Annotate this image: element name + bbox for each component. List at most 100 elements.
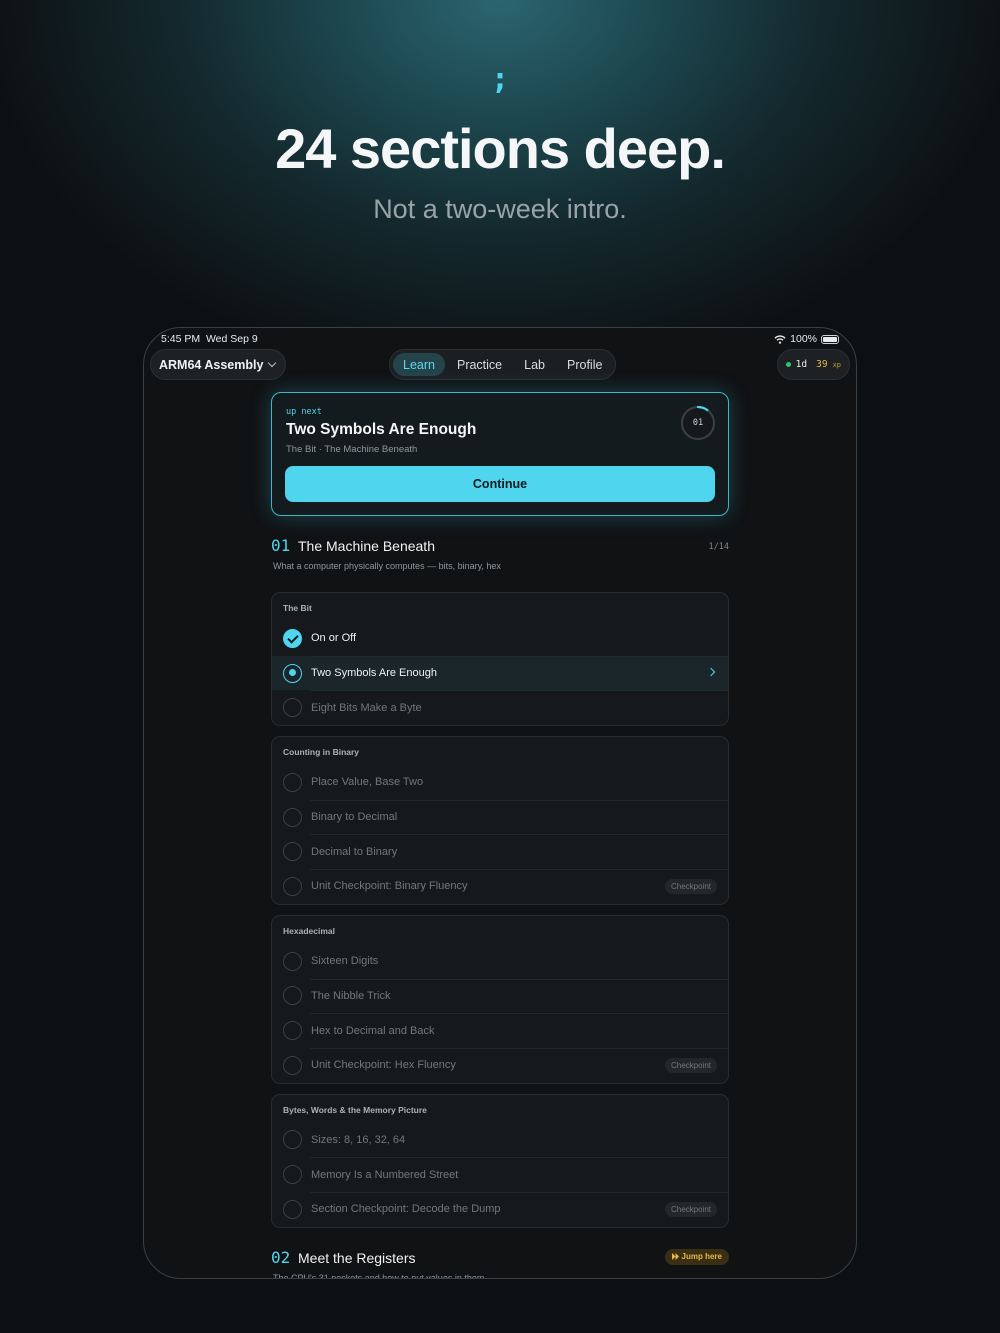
lesson-title: Binary to Decimal bbox=[311, 811, 398, 824]
lesson-row[interactable]: Sizes: 8, 16, 32, 64 bbox=[272, 1123, 728, 1158]
status-time: 5:45 PM Wed Sep 9 bbox=[161, 333, 258, 345]
jump-here-label: Jump here bbox=[681, 1252, 722, 1262]
lesson-row[interactable]: Place Value, Base Two bbox=[272, 765, 728, 800]
lesson-title: Decimal to Binary bbox=[311, 845, 398, 858]
unit-title: Counting in Binary bbox=[283, 747, 360, 758]
course-selector[interactable]: ARM64 Assembly bbox=[150, 349, 287, 380]
empty-circle-icon bbox=[283, 698, 302, 718]
lesson-row[interactable]: Binary to Decimal bbox=[272, 799, 728, 835]
up-next-card[interactable]: up next Two Symbols Are Enough The Bit ·… bbox=[271, 392, 729, 516]
progress-number: 01 bbox=[692, 418, 704, 428]
hero-title: 24 sections deep. bbox=[275, 117, 726, 180]
wifi-icon bbox=[774, 334, 786, 344]
lesson-title: The Nibble Trick bbox=[311, 989, 391, 1002]
empty-circle-icon bbox=[283, 772, 302, 792]
chevron-right-icon bbox=[706, 667, 716, 676]
lesson-title: Unit Checkpoint: Hex Fluency bbox=[311, 1059, 456, 1072]
battery-percent: 100% bbox=[790, 333, 817, 345]
empty-circle-icon bbox=[283, 1199, 302, 1219]
streak-xp-badge[interactable]: 1d 39 xp bbox=[776, 349, 850, 380]
unit-title: The Bit bbox=[283, 603, 312, 613]
semicolon-mark: ; bbox=[490, 62, 510, 97]
empty-circle-icon bbox=[283, 876, 302, 896]
empty-circle-icon bbox=[283, 1130, 302, 1150]
empty-circle-icon bbox=[283, 1055, 302, 1075]
lesson-title: Sizes: 8, 16, 32, 64 bbox=[311, 1133, 406, 1146]
date: Wed Sep 9 bbox=[205, 333, 258, 345]
tab-profile[interactable]: Profile bbox=[557, 353, 612, 376]
section-number: 01 bbox=[271, 536, 291, 555]
lesson-title: Hex to Decimal and Back bbox=[311, 1024, 435, 1037]
tab-learn[interactable]: Learn bbox=[393, 353, 445, 376]
section-header[interactable]: 02 Meet the Registers The CPU's 31 pockets… bbox=[271, 1247, 729, 1279]
current-dot-icon bbox=[283, 663, 302, 683]
up-next-subtitle: The Bit · The Machine Beneath bbox=[286, 444, 418, 455]
streak-days: 1d bbox=[795, 359, 808, 370]
unit-title: Bytes, Words & the Memory Picture bbox=[283, 1104, 427, 1115]
empty-circle-icon bbox=[283, 986, 302, 1006]
lesson-row[interactable]: Sixteen Digits bbox=[272, 944, 728, 979]
checkpoint-badge: Checkpoint bbox=[664, 879, 717, 895]
unit-title: Hexadecimal bbox=[283, 925, 335, 936]
chevron-down-icon bbox=[268, 358, 277, 367]
unit-card: Counting in Binary Place Value, Base Two B… bbox=[271, 736, 729, 905]
lesson-row[interactable]: The Nibble Trick bbox=[272, 978, 728, 1014]
unit-card: Hexadecimal Sixteen Digits The Nibble Tric… bbox=[271, 914, 729, 1084]
lesson-title: Sixteen Digits bbox=[311, 955, 379, 968]
hero-subtitle: Not a two-week intro. bbox=[373, 194, 627, 224]
tab-practice[interactable]: Practice bbox=[447, 353, 512, 376]
progress-ring: 01 bbox=[680, 405, 716, 441]
empty-circle-icon bbox=[283, 951, 302, 971]
skip-icon bbox=[671, 1253, 679, 1261]
xp-label: xp bbox=[832, 360, 841, 369]
lesson-row[interactable]: Unit Checkpoint: Hex Fluency Checkpoint bbox=[272, 1047, 728, 1083]
unit-card: The Bit On or Off Two Symbols Are Enough Ei… bbox=[271, 592, 729, 727]
lesson-title: On or Off bbox=[311, 632, 357, 645]
lesson-row[interactable]: On or Off bbox=[272, 621, 728, 656]
lesson-row[interactable]: Memory Is a Numbered Street bbox=[272, 1157, 728, 1192]
lesson-row[interactable]: Eight Bits Make a Byte bbox=[272, 690, 728, 725]
tab-lab[interactable]: Lab bbox=[514, 353, 555, 376]
section-description: The CPU's 31 pockets and how to put valu… bbox=[273, 1272, 485, 1279]
empty-circle-icon bbox=[283, 1165, 302, 1185]
battery-icon bbox=[821, 334, 839, 344]
checkpoint-badge: Checkpoint bbox=[664, 1201, 717, 1217]
course-name: ARM64 Assembly bbox=[159, 357, 264, 372]
lesson-row[interactable]: Section Checkpoint: Decode the Dump Check… bbox=[272, 1191, 728, 1227]
sections-list: 01 The Machine Beneath What a computer phy… bbox=[271, 536, 729, 1279]
lesson-row[interactable]: Unit Checkpoint: Binary Fluency Checkpoin… bbox=[272, 869, 728, 904]
xp-value: 39 bbox=[816, 359, 828, 370]
section-progress-count: 1/14 bbox=[708, 542, 729, 552]
lesson-title: Section Checkpoint: Decode the Dump bbox=[311, 1203, 501, 1216]
course-content: up next Two Symbols Are Enough The Bit ·… bbox=[271, 392, 729, 1279]
corner-indicator bbox=[840, 1264, 850, 1274]
lesson-title: Memory Is a Numbered Street bbox=[311, 1168, 459, 1181]
lesson-row[interactable]: Hex to Decimal and Back bbox=[272, 1013, 728, 1048]
section-description: What a computer physically computes — bi… bbox=[273, 561, 501, 571]
tablet-frame: 5:45 PM Wed Sep 9 100% ARM64 Assembly Le… bbox=[143, 327, 857, 1279]
up-next-title: Two Symbols Are Enough bbox=[286, 421, 477, 438]
lesson-title: Two Symbols Are Enough bbox=[311, 667, 437, 680]
jump-here-button[interactable]: Jump here bbox=[664, 1248, 729, 1265]
checkpoint-badge: Checkpoint bbox=[664, 1057, 717, 1073]
section-title: Meet the Registers bbox=[298, 1249, 416, 1266]
section-header[interactable]: 01 The Machine Beneath What a computer phy… bbox=[271, 536, 729, 582]
unit-card: Bytes, Words & the Memory Picture Sizes: … bbox=[271, 1093, 729, 1228]
lesson-title: Eight Bits Make a Byte bbox=[311, 701, 422, 714]
empty-circle-icon bbox=[283, 807, 302, 827]
empty-circle-icon bbox=[283, 842, 302, 862]
section-number: 02 bbox=[271, 1247, 291, 1267]
clock: 5:45 PM bbox=[161, 333, 201, 345]
section-title: The Machine Beneath bbox=[298, 538, 435, 554]
continue-button[interactable]: Continue bbox=[285, 466, 715, 502]
checkmark-icon bbox=[283, 628, 302, 648]
empty-circle-icon bbox=[283, 1021, 302, 1041]
lesson-title: Unit Checkpoint: Binary Fluency bbox=[311, 880, 468, 893]
main-tabs: Learn Practice Lab Profile bbox=[389, 349, 617, 380]
lesson-row[interactable]: Decimal to Binary bbox=[272, 834, 728, 869]
lesson-row[interactable]: Two Symbols Are Enough bbox=[272, 655, 728, 691]
lesson-title: Place Value, Base Two bbox=[311, 776, 424, 789]
status-right: 100% bbox=[774, 333, 839, 345]
status-bar: 5:45 PM Wed Sep 9 100% bbox=[144, 328, 856, 350]
streak-dot bbox=[785, 362, 791, 367]
